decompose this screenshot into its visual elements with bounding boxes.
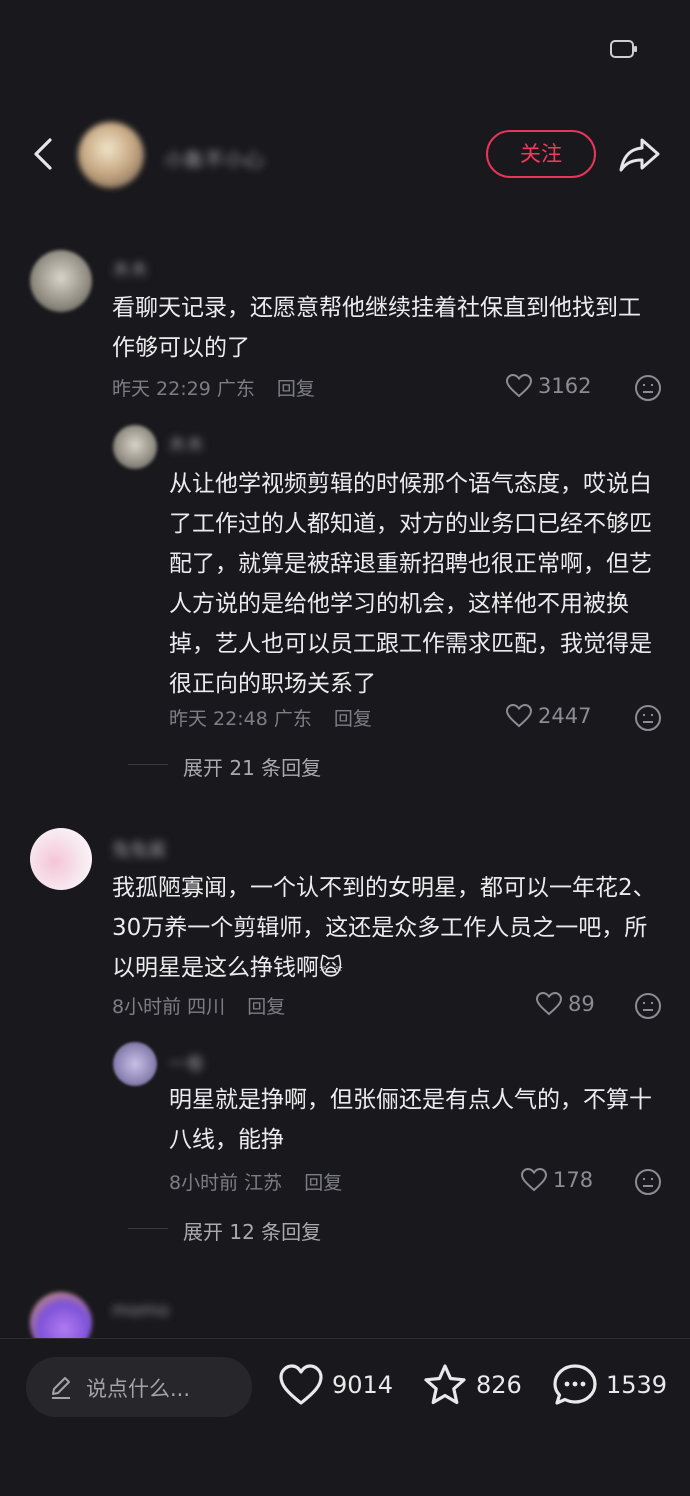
reply-button[interactable]: 回复 <box>334 708 372 730</box>
dislike-icon[interactable] <box>634 374 662 402</box>
like-count: 89 <box>568 992 595 1016</box>
heart-icon <box>279 1364 323 1405</box>
dislike-icon[interactable] <box>634 1168 662 1196</box>
reply-time: 昨天 22:48 <box>169 708 268 730</box>
expand-replies-button[interactable]: 展开 12 条回复 <box>183 1216 321 1245</box>
heart-icon <box>521 1168 547 1192</box>
battery-icon <box>610 40 637 58</box>
star-icon <box>424 1364 466 1405</box>
like-count: 178 <box>553 1168 594 1192</box>
reply-meta: 昨天 22:48 广东 回复 <box>169 704 372 731</box>
replier-name[interactable]: 一卷 <box>168 1050 218 1076</box>
commenter-name[interactable]: momo <box>112 1300 186 1321</box>
like-button[interactable]: 2447 <box>506 704 591 728</box>
reply-meta: 8小时前 江苏 回复 <box>169 1168 342 1195</box>
favorite-button[interactable]: 826 <box>422 1363 522 1407</box>
chat-bubble-icon <box>553 1364 597 1405</box>
expand-replies-button[interactable]: 展开 21 条回复 <box>183 752 321 781</box>
dislike-icon[interactable] <box>634 992 662 1020</box>
back-arrow-icon[interactable] <box>28 134 58 174</box>
comment-count: 1539 <box>606 1371 668 1399</box>
reply-button[interactable]: 回复 <box>247 996 285 1018</box>
reply-button[interactable]: 回复 <box>304 1172 342 1194</box>
post-like-count: 9014 <box>332 1371 394 1399</box>
like-button[interactable]: 89 <box>536 992 595 1016</box>
comment-meta: 8小时前 四川 回复 <box>112 992 285 1019</box>
comment-time: 8小时前 <box>112 996 182 1018</box>
replier-avatar[interactable] <box>113 1042 157 1086</box>
comment-text: 我孤陋寡闻，一个认不到的女明星，都可以一年花2、30万养一个剪辑师，这还是众多工… <box>112 875 656 981</box>
comment-meta: 昨天 22:29 广东 回复 <box>112 374 315 401</box>
heart-icon <box>506 704 532 728</box>
comment-time: 昨天 22:29 <box>112 378 211 400</box>
comments-button[interactable]: 1539 <box>552 1363 667 1407</box>
reply-text: 明星就是挣啊，但张俪还是有点人气的，不算十八线，能挣 <box>169 1087 652 1153</box>
author-name[interactable]: 小象不小心 <box>164 144 304 168</box>
like-button[interactable]: 178 <box>521 1168 593 1192</box>
heart-icon <box>536 992 562 1016</box>
commenter-name[interactable]: 木木 <box>112 256 172 282</box>
favorite-count: 826 <box>476 1371 522 1399</box>
comment-location: 广东 <box>216 378 255 400</box>
reply-location: 广东 <box>273 708 312 730</box>
like-count: 3162 <box>538 374 592 398</box>
reply-location: 江苏 <box>244 1172 283 1194</box>
replier-name[interactable]: 木木 <box>168 431 218 457</box>
comment-input-placeholder: 说点什么... <box>86 1377 191 1401</box>
follow-button[interactable]: 关注 <box>486 130 596 178</box>
bottom-action-bar: 说点什么... 9014 826 1539 <box>0 1338 690 1496</box>
expand-divider <box>128 1228 168 1229</box>
reply-text: 从让他学视频剪辑的时候那个语气态度，哎说白了工作过的人都知道，对方的业务口已经不… <box>169 471 652 697</box>
like-post-button[interactable]: 9014 <box>278 1363 393 1407</box>
heart-icon <box>506 374 532 398</box>
profile-header: 小象不小心 关注 <box>0 110 690 200</box>
comment-location: 四川 <box>187 996 226 1018</box>
author-avatar[interactable] <box>78 122 144 188</box>
reply-button[interactable]: 回复 <box>277 378 315 400</box>
replier-avatar[interactable] <box>113 425 157 469</box>
expand-divider <box>128 764 168 765</box>
like-button[interactable]: 3162 <box>506 374 591 398</box>
comment-text: 看聊天记录，还愿意帮他继续挂着社保直到他找到工作够可以的了 <box>112 295 641 361</box>
commenter-avatar[interactable] <box>30 828 92 890</box>
comment-input[interactable]: 说点什么... <box>26 1357 252 1417</box>
like-count: 2447 <box>538 704 592 728</box>
pencil-icon <box>52 1377 70 1399</box>
dislike-icon[interactable] <box>634 704 662 732</box>
share-icon[interactable] <box>616 132 664 176</box>
commenter-name[interactable]: 兔兔酱 <box>112 836 192 862</box>
commenter-avatar[interactable] <box>30 250 92 312</box>
reply-time: 8小时前 <box>169 1172 239 1194</box>
